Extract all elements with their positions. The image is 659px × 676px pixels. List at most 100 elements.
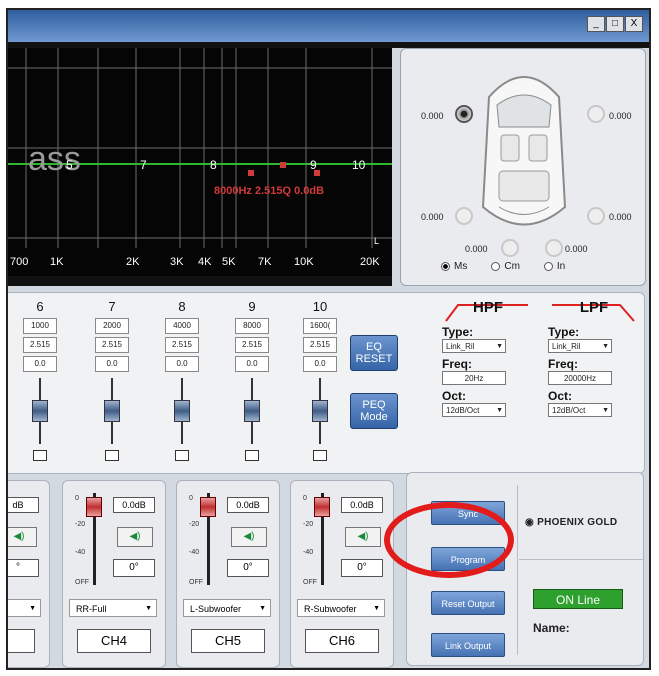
speaker-rear-right-icon[interactable]	[587, 207, 605, 225]
band-bypass-checkbox[interactable]	[175, 450, 189, 461]
band-gain-field[interactable]: 0.0	[235, 356, 269, 372]
channel-name-button[interactable]: CH4	[77, 629, 151, 653]
reset-output-button[interactable]: Reset Output	[431, 591, 505, 615]
fader-handle[interactable]	[200, 497, 216, 517]
fader-handle[interactable]	[86, 497, 102, 517]
band-bypass-checkbox[interactable]	[33, 450, 47, 461]
band-gain-slider[interactable]	[102, 378, 122, 444]
channel-phase-field[interactable]: 0°	[341, 559, 383, 577]
channel-gain-field[interactable]: 0.0dB	[113, 497, 155, 513]
band-q-field[interactable]: 2.515	[303, 337, 337, 353]
band-gain-slider[interactable]	[242, 378, 262, 444]
channel-gain-fader[interactable]: 0 -20 -40 OFF	[189, 493, 225, 587]
slider-handle[interactable]	[104, 400, 120, 422]
point-readout: 8000Hz 2.515Q 0.0dB	[214, 185, 324, 197]
channel-speaker-select[interactable]: RR-Full	[69, 599, 157, 618]
speaker-icon: ◀)	[357, 531, 369, 542]
radio-icon[interactable]	[543, 261, 553, 271]
band-gain-slider[interactable]	[172, 378, 192, 444]
channel-gain-fader[interactable]: 0 -20 -40 OFF	[303, 493, 339, 587]
channel-speaker-select[interactable]: R-Subwoofer	[297, 599, 385, 618]
radio-icon[interactable]	[441, 261, 450, 271]
eq-band-10: 10 1600( 2.515 0.0	[302, 299, 338, 461]
panel-divider	[519, 559, 643, 560]
hpf-oct-select[interactable]: 12dB/Oct	[442, 403, 506, 418]
slider-handle[interactable]	[32, 400, 48, 422]
unit-cm-option[interactable]: Cm	[491, 261, 520, 272]
hpf-section: HPF Type: Link_Ril Freq: 20Hz Oct: 12dB/…	[442, 299, 534, 418]
channel-gain-field[interactable]: dB	[8, 497, 39, 513]
unit-ms-option[interactable]: Ms	[441, 261, 467, 272]
connection-status-badge: ON Line	[533, 589, 623, 609]
slider-handle[interactable]	[312, 400, 328, 422]
fader-handle[interactable]	[314, 497, 330, 517]
channel-name-button[interactable]: CH6	[305, 629, 379, 653]
slider-handle[interactable]	[244, 400, 260, 422]
band-handle[interactable]	[314, 170, 320, 176]
eq-reset-button[interactable]: EQ RESET	[350, 335, 398, 371]
mute-toggle[interactable]: ◀)	[8, 527, 37, 547]
maximize-button[interactable]: □	[606, 16, 624, 32]
channel-name-button[interactable]: CH5	[191, 629, 265, 653]
band-bypass-checkbox[interactable]	[245, 450, 259, 461]
band-gain-field[interactable]: 0.0	[23, 356, 57, 372]
peq-mode-button[interactable]: PEQ Mode	[350, 393, 398, 429]
hpf-type-select[interactable]: Link_Ril	[442, 339, 506, 354]
delay-sub-left: 0.000	[465, 244, 488, 254]
lpf-freq-spinner[interactable]: 20000Hz	[548, 371, 612, 385]
mute-toggle[interactable]: ◀)	[345, 527, 381, 547]
band-freq-field[interactable]: 8000	[235, 318, 269, 334]
hpf-freq-spinner[interactable]: 20Hz	[442, 371, 506, 385]
delay-sub-right: 0.000	[565, 244, 588, 254]
window-controls: _ □ X	[587, 16, 643, 32]
band-freq-field[interactable]: 1600(	[303, 318, 337, 334]
channel-gain-fader[interactable]: 0 -20 -40 OFF	[75, 493, 111, 587]
channel-speaker-select[interactable]	[8, 599, 41, 618]
band-handle-selected[interactable]	[280, 162, 286, 168]
radio-icon[interactable]	[491, 261, 501, 271]
band-gain-slider[interactable]	[310, 378, 330, 444]
slider-handle[interactable]	[174, 400, 190, 422]
speaker-sub-left-icon[interactable]	[501, 239, 519, 257]
speaker-delay-panel: 0.000 0.000 0.000 0.000 0.000 0.000 Ms C…	[400, 48, 646, 286]
channel-gain-field[interactable]: 0.0dB	[227, 497, 269, 513]
speaker-sub-right-icon[interactable]	[545, 239, 563, 257]
close-button[interactable]: X	[625, 16, 643, 32]
band-bypass-checkbox[interactable]	[313, 450, 327, 461]
channel-phase-field[interactable]: °	[8, 559, 39, 577]
eq-response-graph[interactable]: ass 5 7 8 9 10 8000Hz 2.515Q 0.0dB L 700…	[8, 48, 392, 276]
speaker-front-right-icon[interactable]	[587, 105, 605, 123]
mute-toggle[interactable]: ◀)	[231, 527, 267, 547]
band-marker-8: 8	[210, 158, 217, 172]
band-q-field[interactable]: 2.515	[235, 337, 269, 353]
band-q-field[interactable]: 2.515	[23, 337, 57, 353]
band-gain-field[interactable]: 0.0	[303, 356, 337, 372]
link-output-button[interactable]: Link Output	[431, 633, 505, 657]
channel-speaker-select[interactable]: L-Subwoofer	[183, 599, 271, 618]
channel-phase-field[interactable]: 0°	[227, 559, 269, 577]
band-q-field[interactable]: 2.515	[165, 337, 199, 353]
channel-gain-field[interactable]: 0.0dB	[341, 497, 383, 513]
band-freq-field[interactable]: 1000	[23, 318, 57, 334]
band-handle[interactable]	[248, 170, 254, 176]
mute-toggle[interactable]: ◀)	[117, 527, 153, 547]
unit-in-option[interactable]: In	[543, 261, 565, 272]
band-q-field[interactable]: 2.515	[95, 337, 129, 353]
channel-phase-field[interactable]: 0°	[113, 559, 155, 577]
band-freq-field[interactable]: 2000	[95, 318, 129, 334]
band-gain-field[interactable]: 0.0	[95, 356, 129, 372]
lpf-type-select[interactable]: Link_Ril	[548, 339, 612, 354]
x-tick: 10K	[294, 256, 314, 268]
lpf-oct-select[interactable]: 12dB/Oct	[548, 403, 612, 418]
speaker-rear-left-icon[interactable]	[455, 207, 473, 225]
x-tick: 20K	[360, 256, 380, 268]
band-freq-field[interactable]: 4000	[165, 318, 199, 334]
channel-name-button[interactable]	[8, 629, 35, 653]
band-gain-slider[interactable]	[30, 378, 50, 444]
band-gain-field[interactable]: 0.0	[165, 356, 199, 372]
eq-band-6: 6 1000 2.515 0.0	[22, 299, 58, 461]
speaker-front-left-icon[interactable]	[455, 105, 473, 123]
minimize-button[interactable]: _	[587, 16, 605, 32]
band-bypass-checkbox[interactable]	[105, 450, 119, 461]
lpf-oct-label: Oct:	[548, 389, 572, 403]
